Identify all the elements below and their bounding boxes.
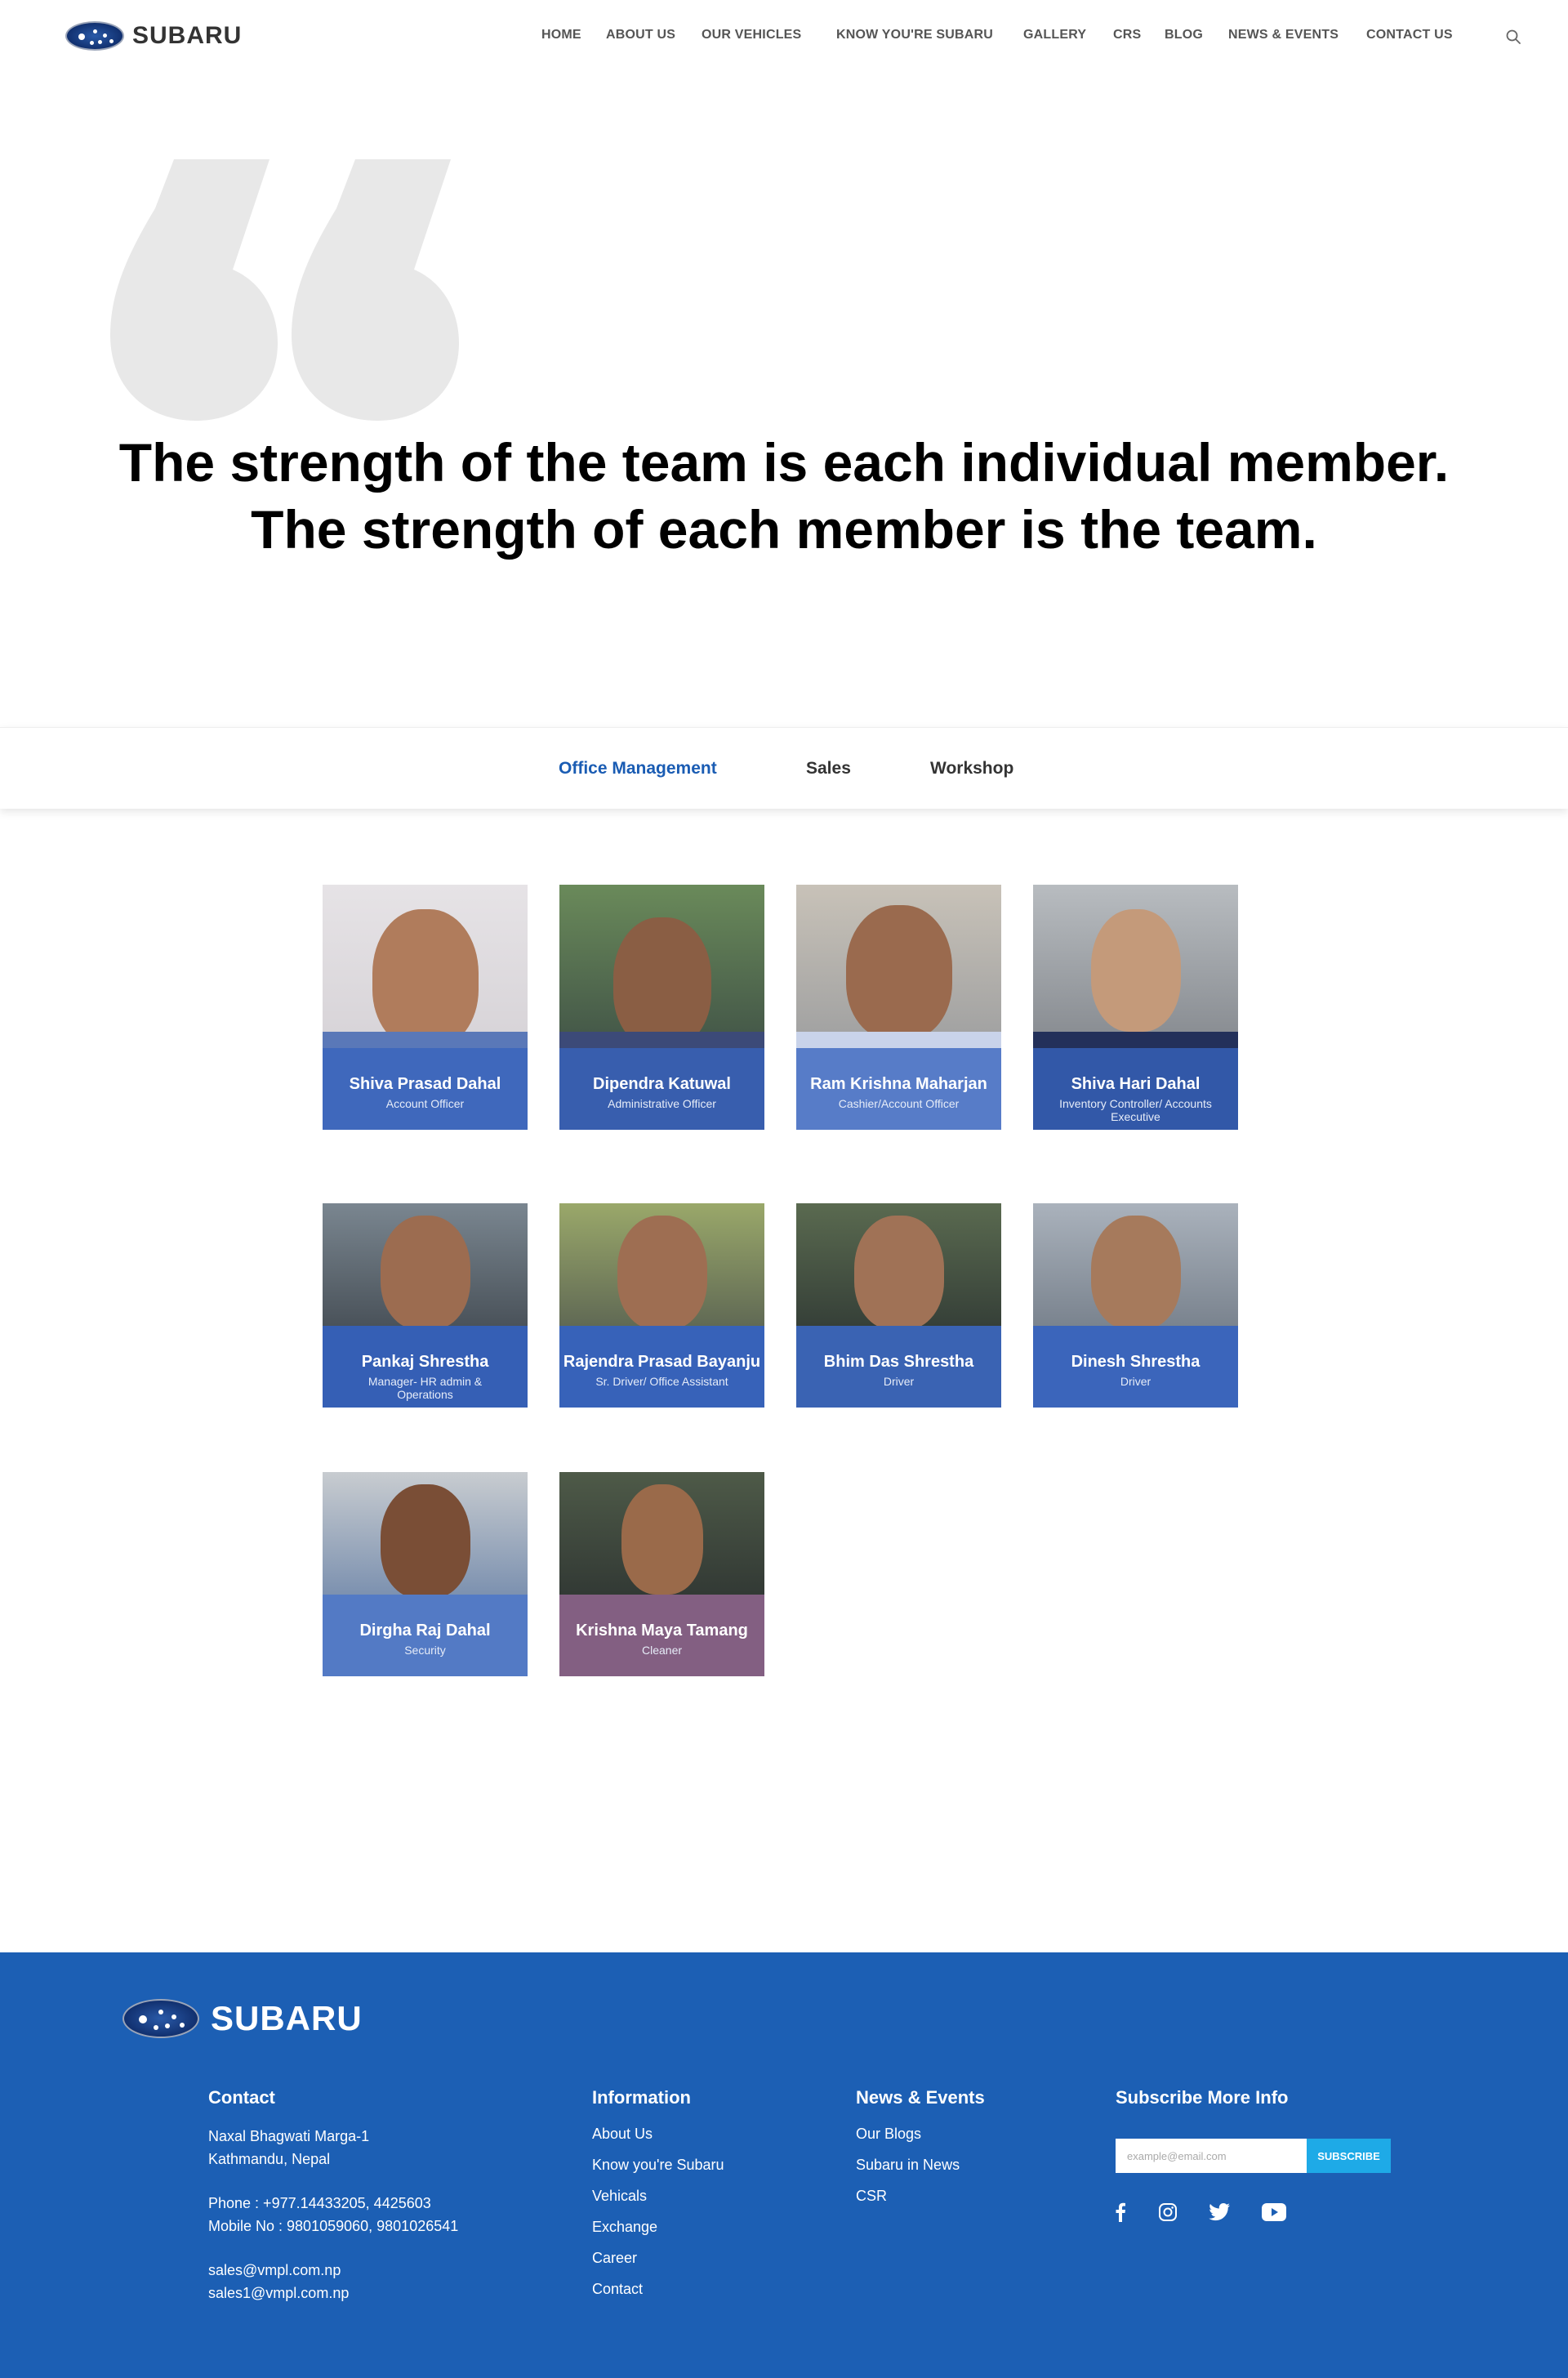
footer-subscribe: Subscribe More Info xyxy=(1116,2087,1288,2125)
footer-link-career[interactable]: Career xyxy=(592,2242,724,2273)
team-member-card[interactable]: Shiva Prasad Dahal Account Officer xyxy=(323,885,528,1130)
mobile-number: Mobile No : 9801059060, 9801026541 xyxy=(208,2218,459,2234)
pleiades-emblem-icon xyxy=(122,1999,199,2038)
member-role: Sr. Driver/ Office Assistant xyxy=(595,1375,728,1388)
tab-workshop[interactable]: Workshop xyxy=(930,728,1013,810)
member-role: Driver xyxy=(1120,1375,1152,1388)
email-link-1[interactable]: sales@vmpl.com.np xyxy=(208,2259,458,2282)
team-quote: The strength of the team is each individ… xyxy=(0,429,1568,563)
address-line-2: Kathmandu, Nepal xyxy=(208,2151,331,2167)
information-heading: Information xyxy=(592,2087,691,2108)
member-name: Dinesh Shrestha xyxy=(1071,1353,1200,1371)
team-member-card[interactable]: Dirgha Raj Dahal Security xyxy=(323,1472,528,1676)
nav-crs[interactable]: CRS xyxy=(1113,28,1141,42)
tab-office-management[interactable]: Office Management xyxy=(559,728,717,810)
member-name: Krishna Maya Tamang xyxy=(576,1622,748,1640)
member-name: Shiva Hari Dahal xyxy=(1071,1075,1200,1093)
nav-blog[interactable]: BLOG xyxy=(1165,28,1203,42)
team-member-card[interactable]: Dinesh Shrestha Driver xyxy=(1033,1203,1238,1408)
member-role: Cleaner xyxy=(641,1644,683,1657)
team-member-card[interactable]: Rajendra Prasad Bayanju Sr. Driver/ Offi… xyxy=(559,1203,764,1408)
contact-heading: Contact xyxy=(208,2087,275,2108)
footer-link-our-blogs[interactable]: Our Blogs xyxy=(856,2118,985,2149)
nav-news-events[interactable]: NEWS & EVENTS xyxy=(1228,28,1339,42)
member-role: Inventory Controller/ Accounts Executive xyxy=(1059,1097,1212,1123)
footer-subaru-logo[interactable]: SUBARU xyxy=(122,1999,363,2038)
member-role: Administrative Officer xyxy=(608,1097,716,1110)
member-role: Security xyxy=(404,1644,446,1657)
search-icon[interactable] xyxy=(1505,29,1521,45)
footer-link-vehicals[interactable]: Vehicals xyxy=(592,2180,724,2211)
member-name: Rajendra Prasad Bayanju xyxy=(563,1353,761,1371)
member-role: Cashier/Account Officer xyxy=(838,1097,960,1110)
nav-home[interactable]: HOME xyxy=(541,28,581,42)
nav-gallery[interactable]: GALLERY xyxy=(1023,28,1086,42)
member-role: Account Officer xyxy=(385,1097,465,1110)
footer-link-subaru-in-news[interactable]: Subaru in News xyxy=(856,2149,985,2180)
footer-contact: Contact Naxal Bhagwati Marga-1 Kathmandu… xyxy=(208,2087,458,2304)
member-name: Pankaj Shrestha xyxy=(361,1353,489,1371)
quote-line-1: The strength of the team is each individ… xyxy=(118,432,1450,493)
site-header: SUBARU HOME ABOUT US OUR VEHICLES KNOW Y… xyxy=(0,0,1568,74)
subscribe-email-input[interactable] xyxy=(1116,2139,1307,2173)
subscribe-heading: Subscribe More Info xyxy=(1116,2087,1289,2108)
footer-link-exchange[interactable]: Exchange xyxy=(592,2211,724,2242)
subaru-logo[interactable]: SUBARU xyxy=(65,21,242,51)
instagram-icon[interactable] xyxy=(1156,2200,1180,2224)
member-name: Dipendra Katuwal xyxy=(593,1075,731,1093)
footer-link-csr[interactable]: CSR xyxy=(856,2180,985,2211)
nav-our-vehicles[interactable]: OUR VEHICLES xyxy=(702,28,801,42)
footer-information: Information About Us Know you're Subaru … xyxy=(592,2087,724,2304)
address-line-1: Naxal Bhagwati Marga-1 xyxy=(208,2128,370,2144)
twitter-icon[interactable] xyxy=(1207,2200,1232,2224)
member-role: Driver xyxy=(883,1375,915,1388)
nav-about-us[interactable]: ABOUT US xyxy=(606,28,675,42)
team-member-card[interactable]: Krishna Maya Tamang Cleaner xyxy=(559,1472,764,1676)
team-member-card[interactable]: Shiva Hari Dahal Inventory Controller/ A… xyxy=(1033,885,1238,1130)
news-events-heading: News & Events xyxy=(856,2087,985,2108)
footer-link-know-your-subaru[interactable]: Know you're Subaru xyxy=(592,2149,724,2180)
member-role: Manager- HR admin & Operations xyxy=(368,1375,483,1401)
phone-number: Phone : +977.14433205, 4425603 xyxy=(208,2195,431,2211)
team-member-card[interactable]: Dipendra Katuwal Administrative Officer xyxy=(559,885,764,1130)
subscribe-button[interactable]: SUBSCRIBE xyxy=(1307,2139,1391,2173)
quote-mark-icon xyxy=(110,159,459,421)
tab-sales[interactable]: Sales xyxy=(806,728,851,810)
department-tabs: Office Management Sales Workshop xyxy=(0,727,1568,809)
footer-link-contact[interactable]: Contact xyxy=(592,2273,724,2304)
quote-line-2: The strength of each member is the team. xyxy=(251,499,1317,560)
team-member-card[interactable]: Ram Krishna Maharjan Cashier/Account Off… xyxy=(796,885,1001,1130)
member-name: Shiva Prasad Dahal xyxy=(349,1075,501,1093)
youtube-icon[interactable] xyxy=(1260,2200,1288,2224)
team-member-card[interactable]: Bhim Das Shrestha Driver xyxy=(796,1203,1001,1408)
footer-news-events: News & Events Our Blogs Subaru in News C… xyxy=(856,2087,985,2211)
facebook-icon[interactable] xyxy=(1108,2200,1133,2224)
footer-brand-wordmark: SUBARU xyxy=(211,1999,363,2037)
email-link-2[interactable]: sales1@vmpl.com.np xyxy=(208,2282,458,2304)
nav-contact-us[interactable]: CONTACT US xyxy=(1366,28,1453,42)
footer-link-about-us[interactable]: About Us xyxy=(592,2118,724,2149)
member-name: Bhim Das Shrestha xyxy=(823,1353,974,1371)
team-member-card[interactable]: Pankaj Shrestha Manager- HR admin & Oper… xyxy=(323,1203,528,1408)
member-name: Ram Krishna Maharjan xyxy=(810,1075,987,1093)
member-name: Dirgha Raj Dahal xyxy=(359,1622,491,1640)
nav-know-your-subaru[interactable]: KNOW YOU'RE SUBARU xyxy=(836,28,993,42)
pleiades-emblem-icon xyxy=(65,21,124,51)
brand-wordmark: SUBARU xyxy=(132,22,243,49)
